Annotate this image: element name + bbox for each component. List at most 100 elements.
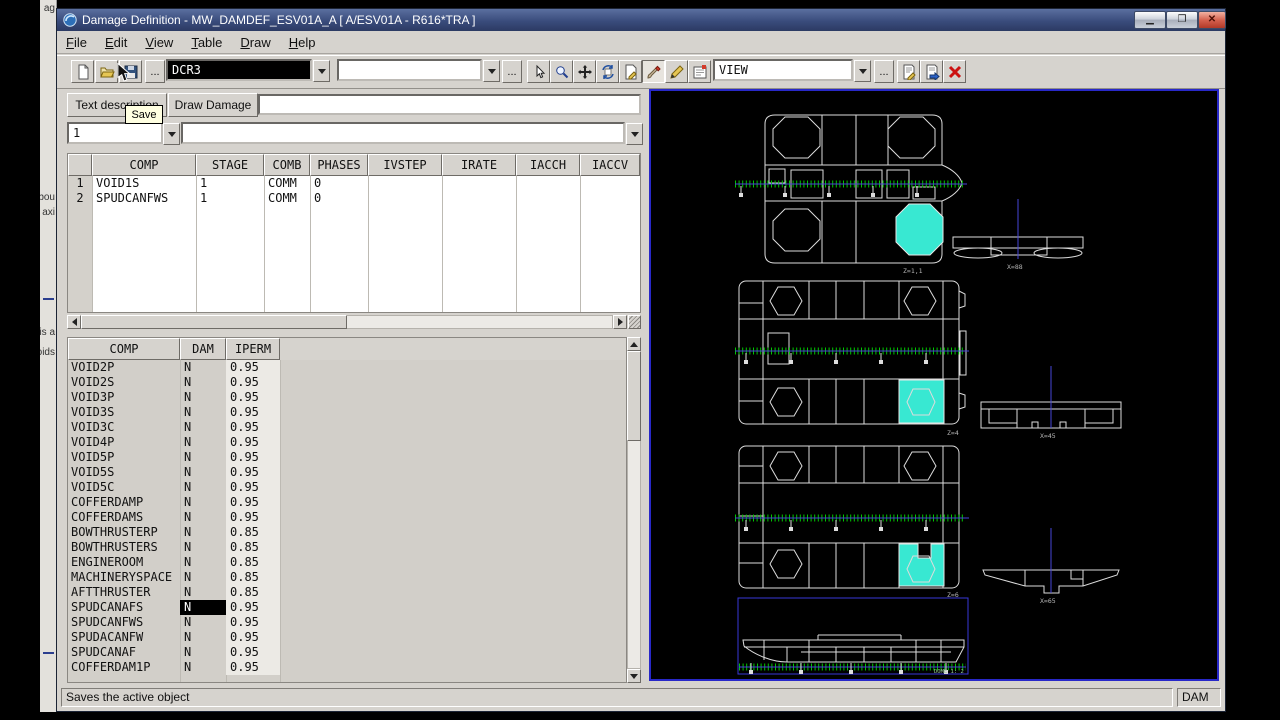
table-cell[interactable]: 0.95 [226,465,280,480]
table-cell[interactable]: 0.95 [226,420,280,435]
close-button[interactable]: ✕ [1198,11,1226,29]
table-cell[interactable]: COFFERDAMS [68,510,180,525]
table-cell[interactable]: N [180,375,226,390]
table-cell[interactable]: N [180,570,226,585]
table-row[interactable]: SPUDCANFWS N 0.95 [68,615,626,630]
vscrollbar-thumb[interactable] [627,351,641,441]
table-row[interactable]: VOID2S N 0.95 [68,375,626,390]
hscroll-right-button[interactable] [613,315,627,329]
table-cell[interactable]: 0.95 [226,480,280,495]
table-cell[interactable]: N [180,600,226,615]
table-cell[interactable]: 0.95 [226,405,280,420]
edit-view-button[interactable] [897,60,920,83]
compartment-table[interactable]: COMP DAM IPERM VOID2P N 0.95 VOID2S N 0.95 VOI… [67,337,627,683]
new-button[interactable] [71,60,94,83]
menu-file[interactable]: File [57,33,96,52]
table-cell[interactable]: VOID3P [68,390,180,405]
table-cell[interactable]: N [180,420,226,435]
table-cell[interactable]: N [180,495,226,510]
lower-table-body[interactable]: VOID2P N 0.95 VOID2S N 0.95 VOID3P N 0.95 VOID3S N… [68,360,626,682]
damage-combo[interactable] [181,122,625,144]
column-header-iperm[interactable]: IPERM [226,338,280,360]
table-row[interactable]: COFFERDAMS N 0.95 [68,510,626,525]
table-row[interactable]: VOID5S N 0.95 [68,465,626,480]
zoom-tool-button[interactable] [550,60,573,83]
table-cell[interactable]: 0.95 [226,645,280,660]
column-header-iacch[interactable]: IACCH [516,154,580,176]
table-row[interactable]: BOWTHRUSTERS N 0.85 [68,540,626,555]
drawing-panel[interactable]: Z=1,1 X=88 Z=4 X=45 Z=6 X=65 DOME 1: 2 [649,89,1219,681]
table-cell[interactable]: N [180,660,226,675]
column-header-irate[interactable]: IRATE [442,154,516,176]
table-cell[interactable]: 0.95 [226,495,280,510]
column-header[interactable] [68,154,92,176]
table-cell[interactable]: N [180,585,226,600]
select-tool-button[interactable] [527,60,550,83]
table-cell[interactable]: 0.85 [226,555,280,570]
menu-help[interactable]: Help [280,33,325,52]
menu-draw[interactable]: Draw [231,33,279,52]
table-cell[interactable]: 1 [196,191,264,206]
table-row[interactable]: VOID3C N 0.95 [68,420,626,435]
draw-pencil-button[interactable] [665,60,688,83]
table-cell[interactable]: BOWTHRUSTERS [68,540,180,555]
column-header-iaccv[interactable]: IACCV [580,154,640,176]
table-cell[interactable]: 0.85 [226,570,280,585]
table-cell[interactable]: 0.85 [226,540,280,555]
hscroll-left-button[interactable] [67,315,81,329]
table-cell[interactable]: 0.85 [226,585,280,600]
table-cell[interactable]: VOID1S [92,176,196,191]
table-row[interactable]: VOID5P N 0.95 [68,450,626,465]
column-header-ivstep[interactable]: IVSTEP [368,154,442,176]
table-cell[interactable]: N [180,450,226,465]
table-cell[interactable]: N [180,645,226,660]
damage-stage-table[interactable]: COMP STAGE COMB PHASES IVSTEP IRATE IACC… [67,153,641,313]
menu-edit[interactable]: Edit [96,33,136,52]
minimize-button[interactable]: ▁ [1134,11,1166,29]
table-cell[interactable]: N [180,615,226,630]
table-cell[interactable]: 1 [196,176,264,191]
table-cell[interactable]: AFTTHRUSTER [68,585,180,600]
table-cell[interactable]: SPUDCANFWS [68,615,180,630]
view-combo[interactable]: VIEW [713,59,853,81]
stage-combo-arrow[interactable] [163,123,180,145]
table-cell[interactable]: VOID3C [68,420,180,435]
vscroll-down-button[interactable] [627,669,641,683]
table-cell[interactable]: 0.95 [226,360,280,375]
delete-view-button[interactable] [943,60,966,83]
table-cell[interactable]: VOID5S [68,465,180,480]
titlebar[interactable]: Damage Definition - MW_DAMDEF_ESV01A_A [… [57,9,1226,31]
browse-view-button[interactable]: ... [874,60,894,83]
browse-damage-case-button[interactable]: ... [145,60,165,83]
table-cell[interactable]: VOID2S [68,375,180,390]
table-row[interactable]: VOID3S N 0.95 [68,405,626,420]
table-row[interactable]: VOID5C N 0.95 [68,480,626,495]
upper-table-body[interactable]: 1 VOID1S 1 COMM 0 2 SPUDCANFWS 1 COMM 0 [68,176,640,312]
table-cell[interactable]: N [180,465,226,480]
secondary-combo[interactable] [337,59,482,81]
table-cell[interactable]: 0 [310,191,368,206]
table-cell[interactable]: 0.95 [226,375,280,390]
table-cell[interactable]: COFFERDAM1P [68,660,180,675]
table-row[interactable]: AFTTHRUSTER N 0.85 [68,585,626,600]
table-cell[interactable]: COMM [264,176,310,191]
table-row[interactable]: COFFERDAM1P N 0.95 [68,660,626,675]
table-row[interactable]: ENGINEROOM N 0.85 [68,555,626,570]
table-cell[interactable]: N [180,555,226,570]
table-cell[interactable]: SPUDCANAFS [68,600,180,615]
secondary-combo-arrow[interactable] [483,60,500,82]
pan-tool-button[interactable] [573,60,596,83]
table-cell[interactable]: VOID3S [68,405,180,420]
table-row[interactable]: SPUDCANAF N 0.95 [68,645,626,660]
view-combo-arrow[interactable] [854,60,871,82]
maximize-button[interactable]: ❐ [1166,11,1198,29]
column-header-comp[interactable]: COMP [68,338,180,360]
table-cell[interactable]: N [180,435,226,450]
table-row[interactable]: VOID2P N 0.95 [68,360,626,375]
properties-button[interactable] [688,60,711,83]
table-cell[interactable]: BOWTHRUSTERP [68,525,180,540]
table-cell[interactable]: COMM [264,191,310,206]
tab-draw-damage[interactable]: Draw Damage [168,93,258,117]
table-cell[interactable]: 0.95 [226,615,280,630]
table-cell[interactable]: COFFERDAMP [68,495,180,510]
